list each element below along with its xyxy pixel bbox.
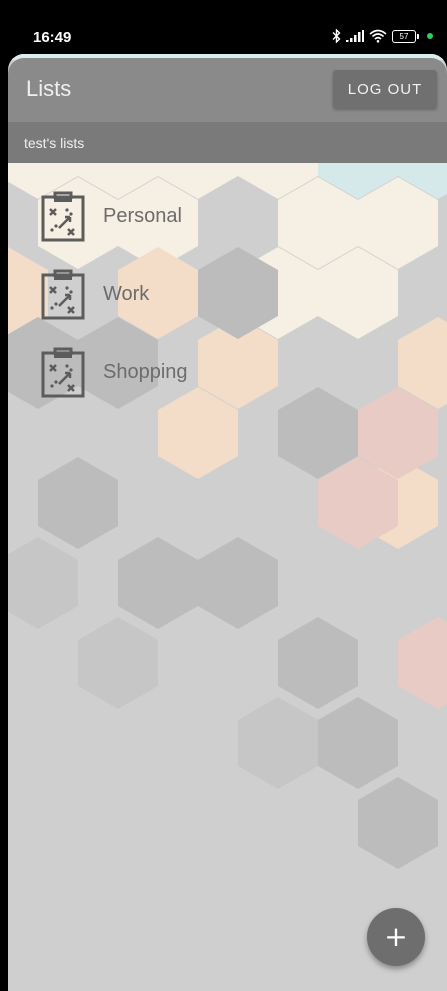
battery-icon: 57 bbox=[392, 29, 419, 43]
list-item-work[interactable]: Work bbox=[8, 255, 447, 333]
notification-dot bbox=[427, 33, 433, 39]
lists-container: Personal Work Shopping bbox=[8, 177, 447, 411]
signal-icon bbox=[346, 30, 364, 42]
list-item-label: Personal bbox=[103, 204, 182, 227]
subheader: test's lists bbox=[8, 122, 447, 163]
status-time: 16:49 bbox=[33, 29, 72, 46]
clipboard-strategy-icon bbox=[40, 268, 86, 320]
list-item-label: Work bbox=[103, 282, 150, 305]
subheader-text: test's lists bbox=[24, 135, 85, 151]
wifi-icon bbox=[369, 29, 387, 43]
list-item-shopping[interactable]: Shopping bbox=[8, 333, 447, 411]
status-icons: 57 bbox=[332, 27, 433, 45]
app-bar: Lists LOG OUT bbox=[8, 58, 447, 122]
logout-button[interactable]: LOG OUT bbox=[333, 70, 437, 108]
screen: 16:49 57 Lists LOG OUT test's lists Pers… bbox=[0, 0, 447, 991]
list-item-personal[interactable]: Personal bbox=[8, 177, 447, 255]
list-item-label: Shopping bbox=[103, 360, 188, 383]
page-title: Lists bbox=[26, 76, 72, 101]
bluetooth-icon bbox=[332, 29, 341, 43]
clipboard-strategy-icon bbox=[40, 346, 86, 398]
status-bar: 16:49 57 bbox=[0, 0, 447, 56]
battery-level: 57 bbox=[392, 29, 416, 43]
app-window: Lists LOG OUT test's lists Personal Work… bbox=[8, 54, 447, 991]
clipboard-strategy-icon bbox=[40, 190, 86, 242]
add-list-button[interactable]: + bbox=[367, 908, 425, 966]
